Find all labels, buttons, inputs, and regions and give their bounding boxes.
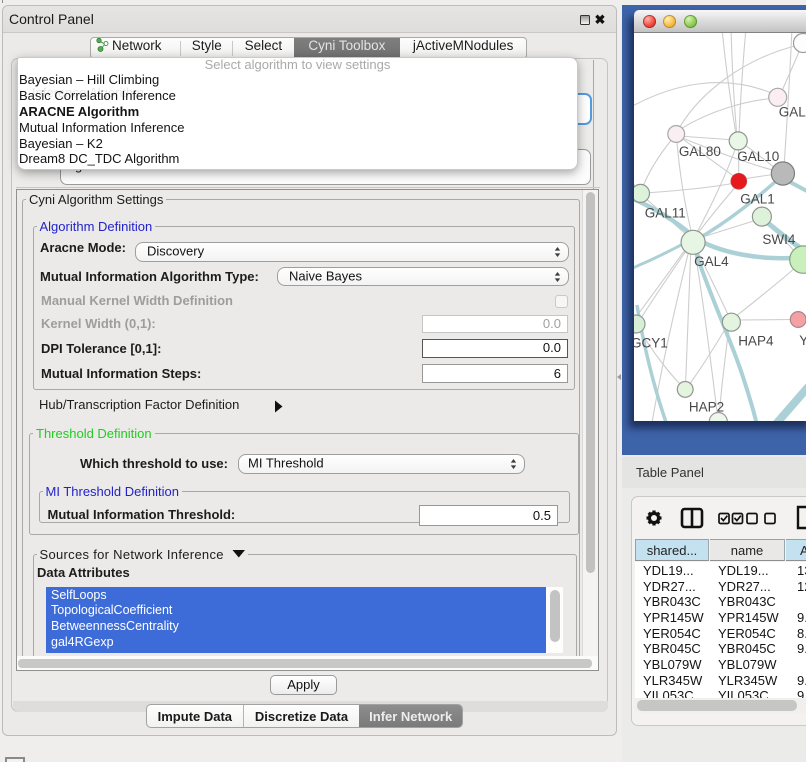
svg-text:GCY1: GCY1 (634, 336, 668, 351)
svg-text:Y: Y (799, 333, 806, 348)
svg-text:GAL80: GAL80 (679, 144, 721, 159)
svg-text:GAL11: GAL11 (645, 206, 686, 221)
svg-text:SWI4: SWI4 (762, 232, 795, 247)
svg-text:GAL10: GAL10 (737, 149, 779, 164)
svg-text:GAL: GAL (779, 105, 806, 120)
svg-text:HAP4: HAP4 (738, 334, 774, 349)
svg-text:GAL4: GAL4 (694, 254, 729, 269)
svg-text:GAL1: GAL1 (740, 192, 775, 207)
svg-text:HAP2: HAP2 (689, 400, 724, 415)
